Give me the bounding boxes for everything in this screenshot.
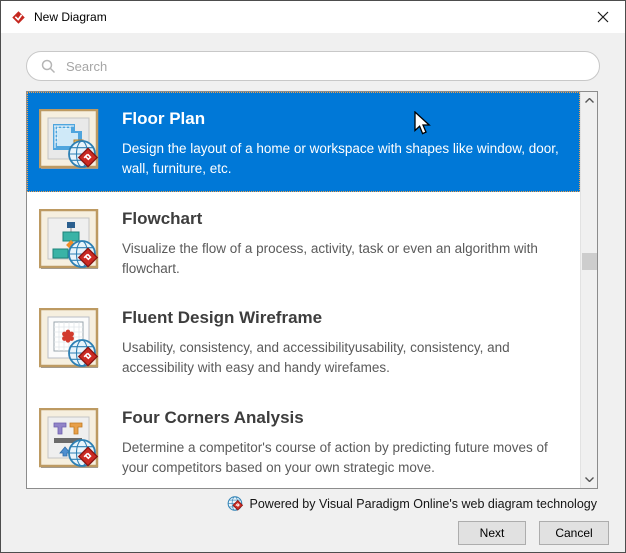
floor-plan-icon (38, 108, 103, 173)
search-box[interactable] (26, 51, 600, 81)
visual-paradigm-online-globe-icon (227, 496, 243, 511)
item-description: Determine a competitor's course of actio… (122, 439, 548, 475)
item-title: Flowchart (122, 208, 203, 228)
item-title: Fluent Design Wireframe (122, 308, 323, 327)
powered-by-text: Powered by Visual Paradigm Online's web … (249, 496, 598, 511)
title-bar: New Diagram (1, 1, 625, 33)
visual-paradigm-logo-icon (11, 10, 26, 25)
item-description: Visualize the flow of a process, activit… (122, 240, 538, 276)
search-input[interactable] (64, 57, 599, 75)
scroll-up-button[interactable] (581, 92, 597, 109)
scroll-down-button[interactable] (581, 471, 597, 488)
flowchart-icon (38, 208, 103, 273)
item-description: Design the layout of a home or workspace… (122, 141, 559, 176)
close-icon (597, 11, 608, 22)
diagram-type-list: Floor Plan Design the layout of a home o… (26, 91, 598, 489)
list-item-floor-plan[interactable]: Floor Plan Design the layout of a home o… (27, 92, 580, 192)
powered-by-note: Powered by Visual Paradigm Online's web … (227, 495, 598, 512)
item-description: Usability, consistency, and accessibilit… (122, 340, 510, 375)
scrollbar-thumb[interactable] (582, 253, 597, 270)
window-title: New Diagram (34, 10, 107, 24)
list-item-four-corners-analysis[interactable]: Four Corners Analysis Determine a compet… (27, 390, 580, 488)
item-title: Floor Plan (122, 109, 206, 128)
chevron-up-icon (585, 98, 594, 103)
four-corners-analysis-icon (38, 407, 103, 472)
list-item-flowchart[interactable]: Flowchart Visualize the flow of a proces… (27, 191, 580, 291)
fluent-design-wireframe-icon (38, 307, 103, 372)
chevron-down-icon (585, 477, 594, 482)
vertical-scrollbar[interactable] (580, 92, 597, 488)
list-item-fluent-design-wireframe[interactable]: Fluent Design Wireframe Usability, consi… (27, 291, 580, 391)
close-button[interactable] (580, 1, 625, 32)
item-title: Four Corners Analysis (122, 407, 304, 427)
new-diagram-dialog: New Diagram Search Floor Plan Design the… (0, 0, 626, 553)
next-button[interactable]: Next (458, 521, 526, 545)
cancel-button[interactable]: Cancel (539, 521, 609, 545)
search-icon (41, 59, 56, 73)
